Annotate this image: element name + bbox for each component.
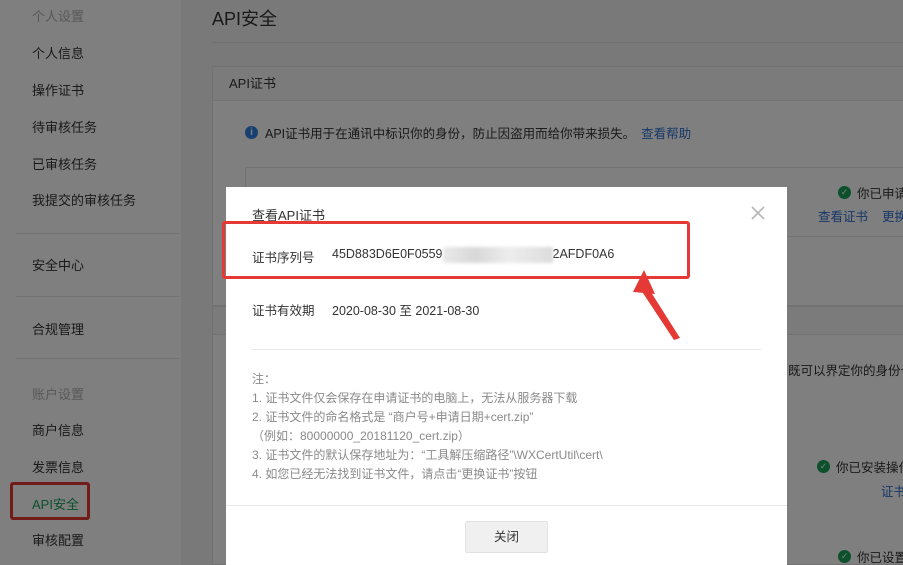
dialog-divider [252, 349, 761, 350]
validity-value: 2020-08-30 至 2021-08-30 [332, 304, 480, 318]
close-icon[interactable] [749, 204, 767, 222]
annotation-box-serial [222, 221, 690, 279]
close-button[interactable]: 关闭 [465, 521, 548, 553]
note-item: 3. 证书文件的默认保存地址为：“工具解压缩路径”\WXCertUtil\cer… [252, 448, 603, 462]
validity-label: 证书有效期 [252, 304, 315, 318]
validity-row: 证书有效期 2020-08-30 至 2021-08-30 [252, 300, 479, 319]
notes-heading: 注： [252, 372, 277, 386]
note-item: 2. 证书文件的命名格式是 “商户号+申请日期+cert.zip” [252, 410, 534, 424]
notes: 注： 1. 证书文件仅会保存在申请证书的电脑上，无法从服务器下载 2. 证书文件… [252, 370, 603, 484]
note-item: 1. 证书文件仅会保存在申请证书的电脑上，无法从服务器下载 [252, 391, 578, 405]
note-item: 4. 如您已经无法找到证书文件，请点击“更换证书”按钮 [252, 467, 538, 481]
note-item: （例如：80000000_20181120_cert.zip） [252, 429, 470, 443]
annotation-arrow-icon [633, 270, 680, 340]
footer-divider [226, 505, 787, 506]
